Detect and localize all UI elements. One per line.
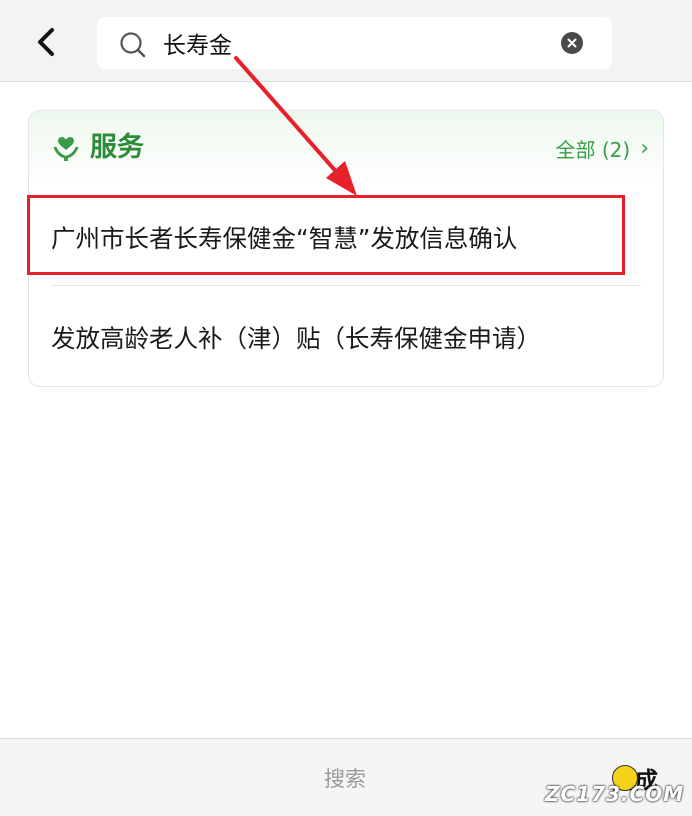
- services-card: 服务 全部 (2) › 广州市长者长寿保健金“智慧”发放信息确认 发放高龄老人补…: [28, 110, 664, 387]
- chevron-left-icon: [38, 28, 54, 56]
- chevron-right-icon: ›: [640, 135, 649, 161]
- list-item[interactable]: 广州市长者长寿保健金“智慧”发放信息确认: [29, 199, 663, 285]
- services-card-header: 服务 全部 (2) ›: [29, 111, 663, 186]
- watermark: ZC173.COM: [545, 782, 685, 806]
- view-all-label: 全部 (2): [555, 137, 631, 162]
- view-all-link[interactable]: 全部 (2) ›: [556, 133, 650, 163]
- services-title: 服务: [90, 132, 144, 163]
- top-bar: [0, 0, 692, 82]
- heart-hands-icon: [53, 137, 79, 161]
- search-icon: [120, 32, 146, 58]
- close-icon: [567, 38, 577, 48]
- search-box[interactable]: [97, 17, 612, 69]
- search-button[interactable]: 搜索: [300, 759, 390, 797]
- list-item-label: 发放高龄老人补（津）贴（长寿保健金申请）: [51, 324, 541, 353]
- search-input[interactable]: [163, 23, 543, 63]
- divider: [51, 285, 641, 286]
- clear-search-button[interactable]: [561, 32, 583, 54]
- back-button[interactable]: [28, 22, 64, 62]
- list-item[interactable]: 发放高龄老人补（津）贴（长寿保健金申请）: [29, 299, 663, 385]
- list-item-label: 广州市长者长寿保健金“智慧”发放信息确认: [51, 224, 518, 253]
